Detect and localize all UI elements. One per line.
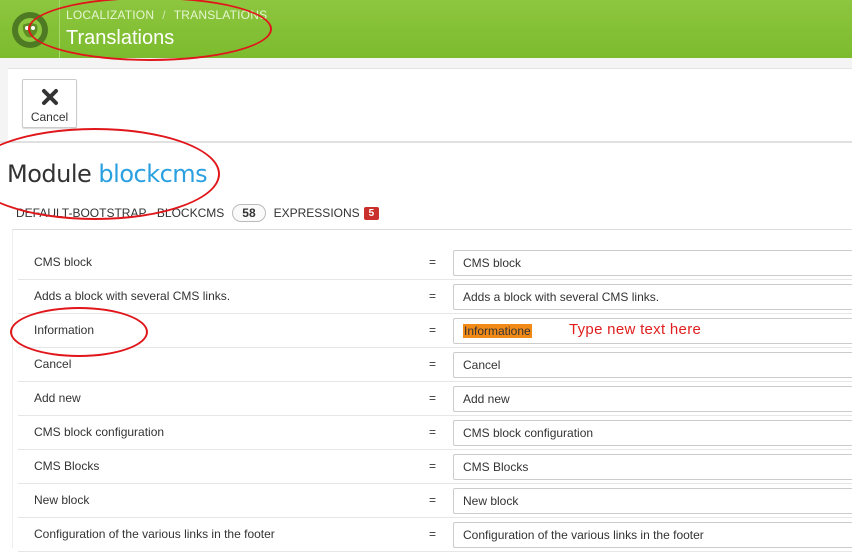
source-text: CMS block xyxy=(34,255,93,269)
source-text: CMS block configuration xyxy=(34,425,165,439)
cancel-button-label: Cancel xyxy=(30,110,69,124)
translation-input[interactable] xyxy=(453,250,852,276)
top-header: LOCALIZATION / TRANSLATIONS Translations xyxy=(0,0,852,59)
source-text: Information xyxy=(34,323,95,337)
close-x-icon xyxy=(41,89,58,105)
source-text: Cancel xyxy=(34,357,72,371)
translation-input[interactable] xyxy=(453,386,852,412)
breadcrumb-localization[interactable]: LOCALIZATION xyxy=(66,8,154,22)
translation-row: CMS Blocks = xyxy=(18,449,852,484)
theme-module-label: DEFAULT-BOOTSTRAP - BLOCKCMS xyxy=(16,206,225,220)
source-text: CMS Blocks xyxy=(34,459,100,473)
module-title-prefix: Module xyxy=(7,160,92,188)
equals-sign: = xyxy=(429,323,437,337)
module-name: blockcms xyxy=(98,160,208,188)
equals-sign: = xyxy=(429,425,437,439)
equals-sign: = xyxy=(429,255,437,269)
equals-sign: = xyxy=(429,493,437,507)
translation-row: Information = Informatione xyxy=(18,313,852,348)
breadcrumb-separator: / xyxy=(162,8,166,22)
equals-sign: = xyxy=(429,357,437,371)
translation-input[interactable] xyxy=(453,284,852,310)
expression-count-badge: 58 xyxy=(232,204,266,222)
translation-row: Add new = xyxy=(18,381,852,416)
equals-sign: = xyxy=(429,527,437,541)
selected-text: Informatione xyxy=(463,324,532,338)
source-text: Add new xyxy=(34,391,81,405)
source-text: Configuration of the various links in th… xyxy=(34,527,275,541)
translation-row: Adds a block with several CMS links. = xyxy=(18,279,852,314)
translation-input[interactable] xyxy=(453,352,852,378)
translation-input[interactable] xyxy=(453,488,852,514)
source-text: Adds a block with several CMS links. xyxy=(34,289,231,303)
translation-input[interactable] xyxy=(453,420,852,446)
missing-expressions-badge: 5 xyxy=(363,206,380,220)
app-logo-icon[interactable] xyxy=(12,12,48,48)
equals-sign: = xyxy=(429,459,437,473)
cancel-button[interactable]: Cancel xyxy=(22,79,77,128)
header-divider xyxy=(59,0,60,58)
translation-row: CMS block configuration = xyxy=(18,415,852,450)
equals-sign: = xyxy=(429,391,437,405)
translation-input[interactable] xyxy=(453,522,852,548)
toolbar-divider xyxy=(0,141,852,143)
module-title: Module blockcms xyxy=(7,160,208,188)
translation-input[interactable] xyxy=(453,454,852,480)
breadcrumb-translations[interactable]: TRANSLATIONS xyxy=(174,8,268,22)
breadcrumb: LOCALIZATION / TRANSLATIONS xyxy=(66,8,267,22)
source-text: New block xyxy=(34,493,90,507)
translation-row: New block = xyxy=(18,483,852,518)
toolbar xyxy=(8,68,852,141)
annotation-hint: Type new text here xyxy=(569,321,702,338)
translation-row: Cancel = xyxy=(18,347,852,382)
module-subheader: DEFAULT-BOOTSTRAP - BLOCKCMS 58 EXPRESSI… xyxy=(16,204,380,222)
equals-sign: = xyxy=(429,289,437,303)
page-title: Translations xyxy=(66,27,175,49)
translation-row: CMS block = xyxy=(18,245,852,280)
expressions-label: EXPRESSIONS xyxy=(273,206,360,220)
